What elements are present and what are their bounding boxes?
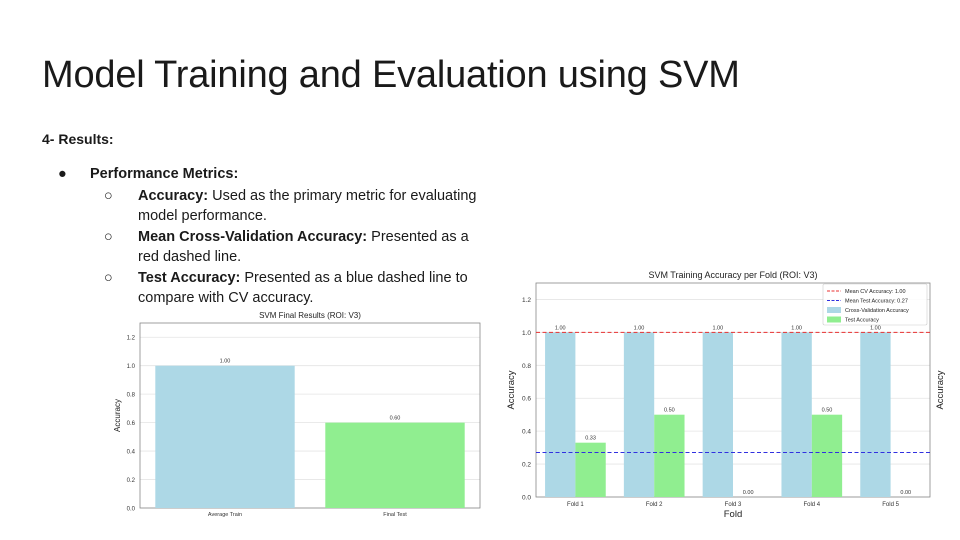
section-heading: 4- Results: [42,131,114,147]
subitem-term: Test Accuracy: [138,270,241,286]
subitem-test-accuracy: ○ Test Accuracy: Presented as a blue das… [104,268,484,308]
bullet-label: Performance Metrics: [90,166,239,182]
bullet-performance-metrics: ● Performance Metrics: [58,166,238,182]
x-axis-label: Fold [724,509,742,520]
y-tick-label: 1.0 [522,330,531,337]
right-y-axis-label: Accuracy [935,370,946,409]
bar-value-label: 0.60 [390,416,401,422]
y-tick-label: 0.2 [522,462,531,469]
x-tick-label: Fold 1 [567,502,584,508]
legend-label: Cross-Validation Accuracy [845,308,909,314]
y-tick-label: 0.6 [522,396,531,403]
bar-value-label: 1.00 [870,325,881,331]
bar-value-label: 1.00 [634,325,645,331]
x-tick-label: Fold 5 [882,502,899,508]
chart-title: SVM Training Accuracy per Fold (ROI: V3) [648,270,817,280]
x-tick-label: Fold 2 [646,502,663,508]
subitem-term: Mean Cross-Validation Accuracy: [138,229,368,245]
bar-value-label: 1.00 [220,359,231,365]
subitem-mean-cv: ○ Mean Cross-Validation Accuracy: Presen… [104,227,484,267]
y-tick-label: 1.0 [127,364,136,370]
y-tick-label: 0.2 [127,478,136,484]
y-tick-label: 0.4 [127,450,136,456]
x-tick-label: Fold 4 [803,502,820,508]
x-tick-label: Fold 3 [725,502,742,508]
bar [654,414,685,497]
legend-swatch [827,307,841,313]
legend-label: Test Accuracy [845,318,879,324]
y-tick-label: 0.0 [127,507,136,513]
bar-value-label: 1.00 [712,325,723,331]
subitem-accuracy: ○ Accuracy: Used as the primary metric f… [104,186,484,226]
subitem-marker: ○ [104,188,113,204]
bar-value-label: 0.00 [743,490,754,496]
y-tick-label: 0.8 [522,363,531,370]
bullet-marker: ● [58,166,67,182]
bar [781,332,812,497]
bar-value-label: 0.50 [664,408,675,414]
y-tick-label: 0.0 [522,495,531,502]
bar [155,365,295,508]
bar-value-label: 1.00 [555,325,566,331]
final-results-chart: 0.0 0.2 0.4 0.6 0.8 1.0 1.2 SVM Final Results (… [113,311,481,518]
bar [623,332,655,497]
bar-value-label: 0.00 [900,490,911,496]
chart-title: SVM Final Results (ROI: V3) [259,311,361,320]
y-tick-label: 0.4 [522,429,531,436]
bar-value-label: 0.33 [585,436,596,442]
y-tick-label: 1.2 [522,297,531,304]
bar [811,414,843,497]
bar [575,442,606,497]
x-tick-label: Final Test [383,512,407,518]
y-tick-label: 1.2 [127,336,136,342]
y-tick-label: 0.8 [127,393,136,399]
bar [325,422,465,508]
y-axis-label: Accuracy [113,399,122,432]
legend-swatch [827,316,841,323]
y-tick-label: 0.6 [127,421,136,427]
subitem-marker: ○ [104,270,113,286]
subitem-marker: ○ [104,229,113,245]
bar [860,332,891,497]
y-axis-label: Accuracy [506,370,517,409]
legend-label: Mean CV Accuracy: 1.00 [845,289,906,295]
bar [545,332,576,497]
slide-title: Model Training and Evaluation using SVM [42,54,740,96]
x-tick-label: Average Train [208,512,242,518]
bar-value-label: 0.50 [822,408,833,414]
subitem-term: Accuracy: [138,188,209,204]
bar [702,332,733,497]
fold-accuracy-chart: 0.0 0.2 0.4 0.6 0.8 1.0 1.2 SVM Training Accura… [506,270,946,520]
bar-value-label: 1.00 [791,325,802,331]
legend-label: Mean Test Accuracy: 0.27 [845,299,908,305]
